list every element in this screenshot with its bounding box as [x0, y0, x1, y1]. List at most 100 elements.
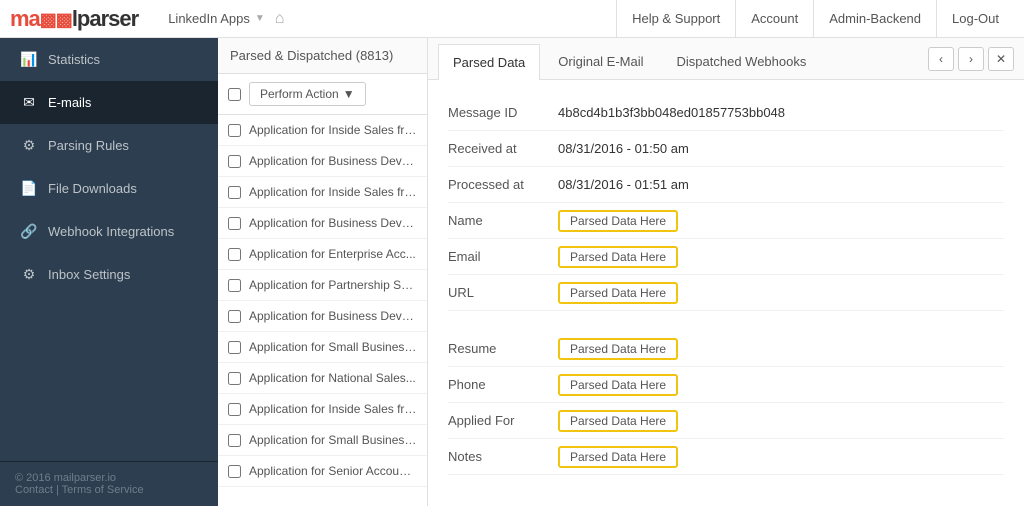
email-list-panel: Parsed & Dispatched (8813) Perform Actio…: [218, 38, 428, 506]
field-label: Processed at: [448, 177, 558, 192]
item-checkbox-0[interactable]: [228, 124, 241, 137]
email-list-header: Parsed & Dispatched (8813): [218, 38, 427, 74]
admin-backend-link[interactable]: Admin-Backend: [813, 0, 936, 38]
detail-content: Message ID4b8cd4b1b3f3bb048ed01857753bb0…: [428, 80, 1024, 506]
perform-action-button[interactable]: Perform Action ▼: [249, 82, 366, 106]
list-item[interactable]: Application for Business Deve...: [218, 301, 427, 332]
sidebar-footer: © 2016 mailparser.io Contact | Terms of …: [0, 461, 218, 506]
email-text-0: Application for Inside Sales fro...: [249, 123, 417, 137]
item-checkbox-10[interactable]: [228, 434, 241, 447]
item-checkbox-11[interactable]: [228, 465, 241, 478]
statistics-icon: 📊: [20, 51, 38, 68]
item-checkbox-3[interactable]: [228, 217, 241, 230]
field-value: Parsed Data Here: [558, 249, 678, 264]
field-value: Parsed Data Here: [558, 213, 678, 228]
sidebar-item-inbox-settings[interactable]: ⚙ Inbox Settings: [0, 253, 218, 296]
item-checkbox-5[interactable]: [228, 279, 241, 292]
parsed-data-badge: Parsed Data Here: [558, 338, 678, 360]
email-text-7: Application for Small Business...: [249, 340, 417, 354]
logo: ma▩▩lparser: [10, 6, 138, 32]
perform-action-label: Perform Action: [260, 87, 339, 101]
account-link[interactable]: Account: [735, 0, 813, 38]
field-label: Notes: [448, 449, 558, 464]
email-text-2: Application for Inside Sales fro...: [249, 185, 417, 199]
footer-links[interactable]: Contact | Terms of Service: [15, 484, 203, 496]
list-item[interactable]: Application for Small Business...: [218, 332, 427, 363]
sidebar-item-label-inbox-settings: Inbox Settings: [48, 267, 130, 282]
field-value: Parsed Data Here: [558, 285, 678, 300]
parsing-rules-icon: ⚙: [20, 137, 38, 154]
tab-nav-buttons: ‹ › ✕: [928, 47, 1014, 71]
list-item[interactable]: Application for National Sales...: [218, 363, 427, 394]
sidebar-item-webhook-integrations[interactable]: 🔗 Webhook Integrations: [0, 210, 218, 253]
field-value: 08/31/2016 - 01:50 am: [558, 141, 689, 156]
field-value: Parsed Data Here: [558, 377, 678, 392]
logout-link[interactable]: Log-Out: [936, 0, 1014, 38]
item-checkbox-6[interactable]: [228, 310, 241, 323]
sidebar-item-file-downloads[interactable]: 📄 File Downloads: [0, 167, 218, 210]
logo-bars: ▩▩: [40, 9, 72, 29]
field-label: Resume: [448, 341, 558, 356]
logo-red: ma: [10, 6, 40, 31]
field-row: URLParsed Data Here: [448, 275, 1004, 311]
field-row: Applied ForParsed Data Here: [448, 403, 1004, 439]
field-label: Email: [448, 249, 558, 264]
app-selector-label: LinkedIn Apps: [168, 11, 250, 26]
inbox-settings-icon: ⚙: [20, 266, 38, 283]
next-button[interactable]: ›: [958, 47, 984, 71]
tab-parsed-data[interactable]: Parsed Data: [438, 44, 540, 80]
emails-icon: ✉: [20, 94, 38, 111]
field-row: Processed at08/31/2016 - 01:51 am: [448, 167, 1004, 203]
app-selector-arrow-icon: ▼: [255, 13, 265, 24]
field-row: ResumeParsed Data Here: [448, 331, 1004, 367]
sidebar-item-label-statistics: Statistics: [48, 52, 100, 67]
nav-center: LinkedIn Apps ▼ ⌂: [168, 10, 616, 28]
field-row: PhoneParsed Data Here: [448, 367, 1004, 403]
prev-button[interactable]: ‹: [928, 47, 954, 71]
email-list-toolbar: Perform Action ▼: [218, 74, 427, 115]
field-value: Parsed Data Here: [558, 449, 678, 464]
sidebar-item-label-emails: E-mails: [48, 95, 91, 110]
item-checkbox-4[interactable]: [228, 248, 241, 261]
field-label: Applied For: [448, 413, 558, 428]
sidebar-item-label-parsing-rules: Parsing Rules: [48, 138, 129, 153]
sidebar-item-parsing-rules[interactable]: ⚙ Parsing Rules: [0, 124, 218, 167]
main-layout: 📊 Statistics ✉ E-mails ⚙ Parsing Rules 📄…: [0, 38, 1024, 506]
email-list-items: Application for Inside Sales fro... Appli…: [218, 115, 427, 506]
field-label: Name: [448, 213, 558, 228]
sidebar-item-label-webhook: Webhook Integrations: [48, 224, 174, 239]
sidebar-item-emails[interactable]: ✉ E-mails: [0, 81, 218, 124]
list-item[interactable]: Application for Business Deve...: [218, 146, 427, 177]
list-item[interactable]: Application for Inside Sales fro...: [218, 394, 427, 425]
item-checkbox-1[interactable]: [228, 155, 241, 168]
tab-dispatched-webhooks[interactable]: Dispatched Webhooks: [662, 43, 822, 79]
field-label: Phone: [448, 377, 558, 392]
item-checkbox-8[interactable]: [228, 372, 241, 385]
email-text-6: Application for Business Deve...: [249, 309, 417, 323]
spacer-row: [448, 311, 1004, 331]
webhook-icon: 🔗: [20, 223, 38, 240]
list-item[interactable]: Application for Business Deve...: [218, 208, 427, 239]
app-selector[interactable]: LinkedIn Apps ▼: [168, 11, 265, 26]
list-item[interactable]: Application for Enterprise Acc...: [218, 239, 427, 270]
item-checkbox-2[interactable]: [228, 186, 241, 199]
list-item[interactable]: Application for Partnership Sa...: [218, 270, 427, 301]
select-all-checkbox[interactable]: [228, 88, 241, 101]
sidebar-item-statistics[interactable]: 📊 Statistics: [0, 38, 218, 81]
email-text-5: Application for Partnership Sa...: [249, 278, 417, 292]
item-checkbox-7[interactable]: [228, 341, 241, 354]
list-item[interactable]: Application for Senior Account...: [218, 456, 427, 487]
email-text-8: Application for National Sales...: [249, 371, 416, 385]
home-button[interactable]: ⌂: [275, 10, 285, 28]
close-button[interactable]: ✕: [988, 47, 1014, 71]
list-item[interactable]: Application for Inside Sales fro...: [218, 115, 427, 146]
tab-original-email[interactable]: Original E-Mail: [543, 43, 658, 79]
field-row: NameParsed Data Here: [448, 203, 1004, 239]
help-support-link[interactable]: Help & Support: [616, 0, 735, 38]
list-item[interactable]: Application for Small Business...: [218, 425, 427, 456]
list-item[interactable]: Application for Inside Sales fro...: [218, 177, 427, 208]
parsed-data-badge: Parsed Data Here: [558, 246, 678, 268]
email-text-9: Application for Inside Sales fro...: [249, 402, 417, 416]
item-checkbox-9[interactable]: [228, 403, 241, 416]
parsed-data-badge: Parsed Data Here: [558, 282, 678, 304]
